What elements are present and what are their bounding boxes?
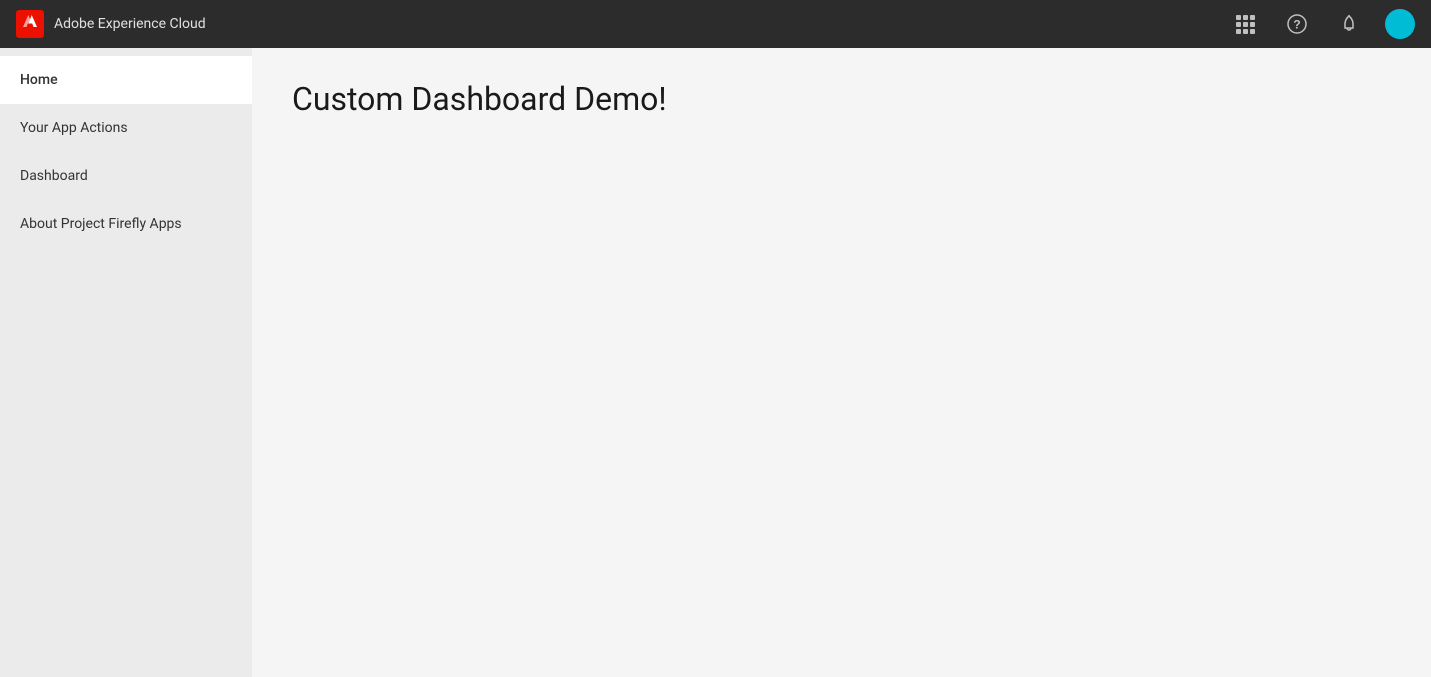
sidebar-item-dashboard[interactable]: Dashboard bbox=[0, 152, 252, 200]
sidebar-item-your-app-actions[interactable]: Your App Actions bbox=[0, 104, 252, 152]
sidebar-item-home[interactable]: Home bbox=[0, 56, 252, 104]
page-title: Custom Dashboard Demo! bbox=[292, 80, 1391, 118]
sidebar: Home Your App Actions Dashboard About Pr… bbox=[0, 48, 252, 677]
adobe-logo[interactable] bbox=[16, 10, 44, 38]
notification-bell-icon[interactable] bbox=[1333, 8, 1365, 40]
apps-grid-icon[interactable] bbox=[1229, 8, 1261, 40]
adobe-logo-icon bbox=[21, 13, 39, 35]
brand: Adobe Experience Cloud bbox=[16, 10, 1229, 38]
user-avatar[interactable] bbox=[1385, 9, 1415, 39]
content-area: Custom Dashboard Demo! bbox=[252, 48, 1431, 677]
topbar-actions: ? bbox=[1229, 8, 1415, 40]
topbar: Adobe Experience Cloud ? bbox=[0, 0, 1431, 48]
svg-text:?: ? bbox=[1293, 18, 1300, 32]
main-layout: Home Your App Actions Dashboard About Pr… bbox=[0, 48, 1431, 677]
help-icon[interactable]: ? bbox=[1281, 8, 1313, 40]
brand-name: Adobe Experience Cloud bbox=[54, 16, 206, 32]
sidebar-item-about[interactable]: About Project Firefly Apps bbox=[0, 200, 252, 248]
